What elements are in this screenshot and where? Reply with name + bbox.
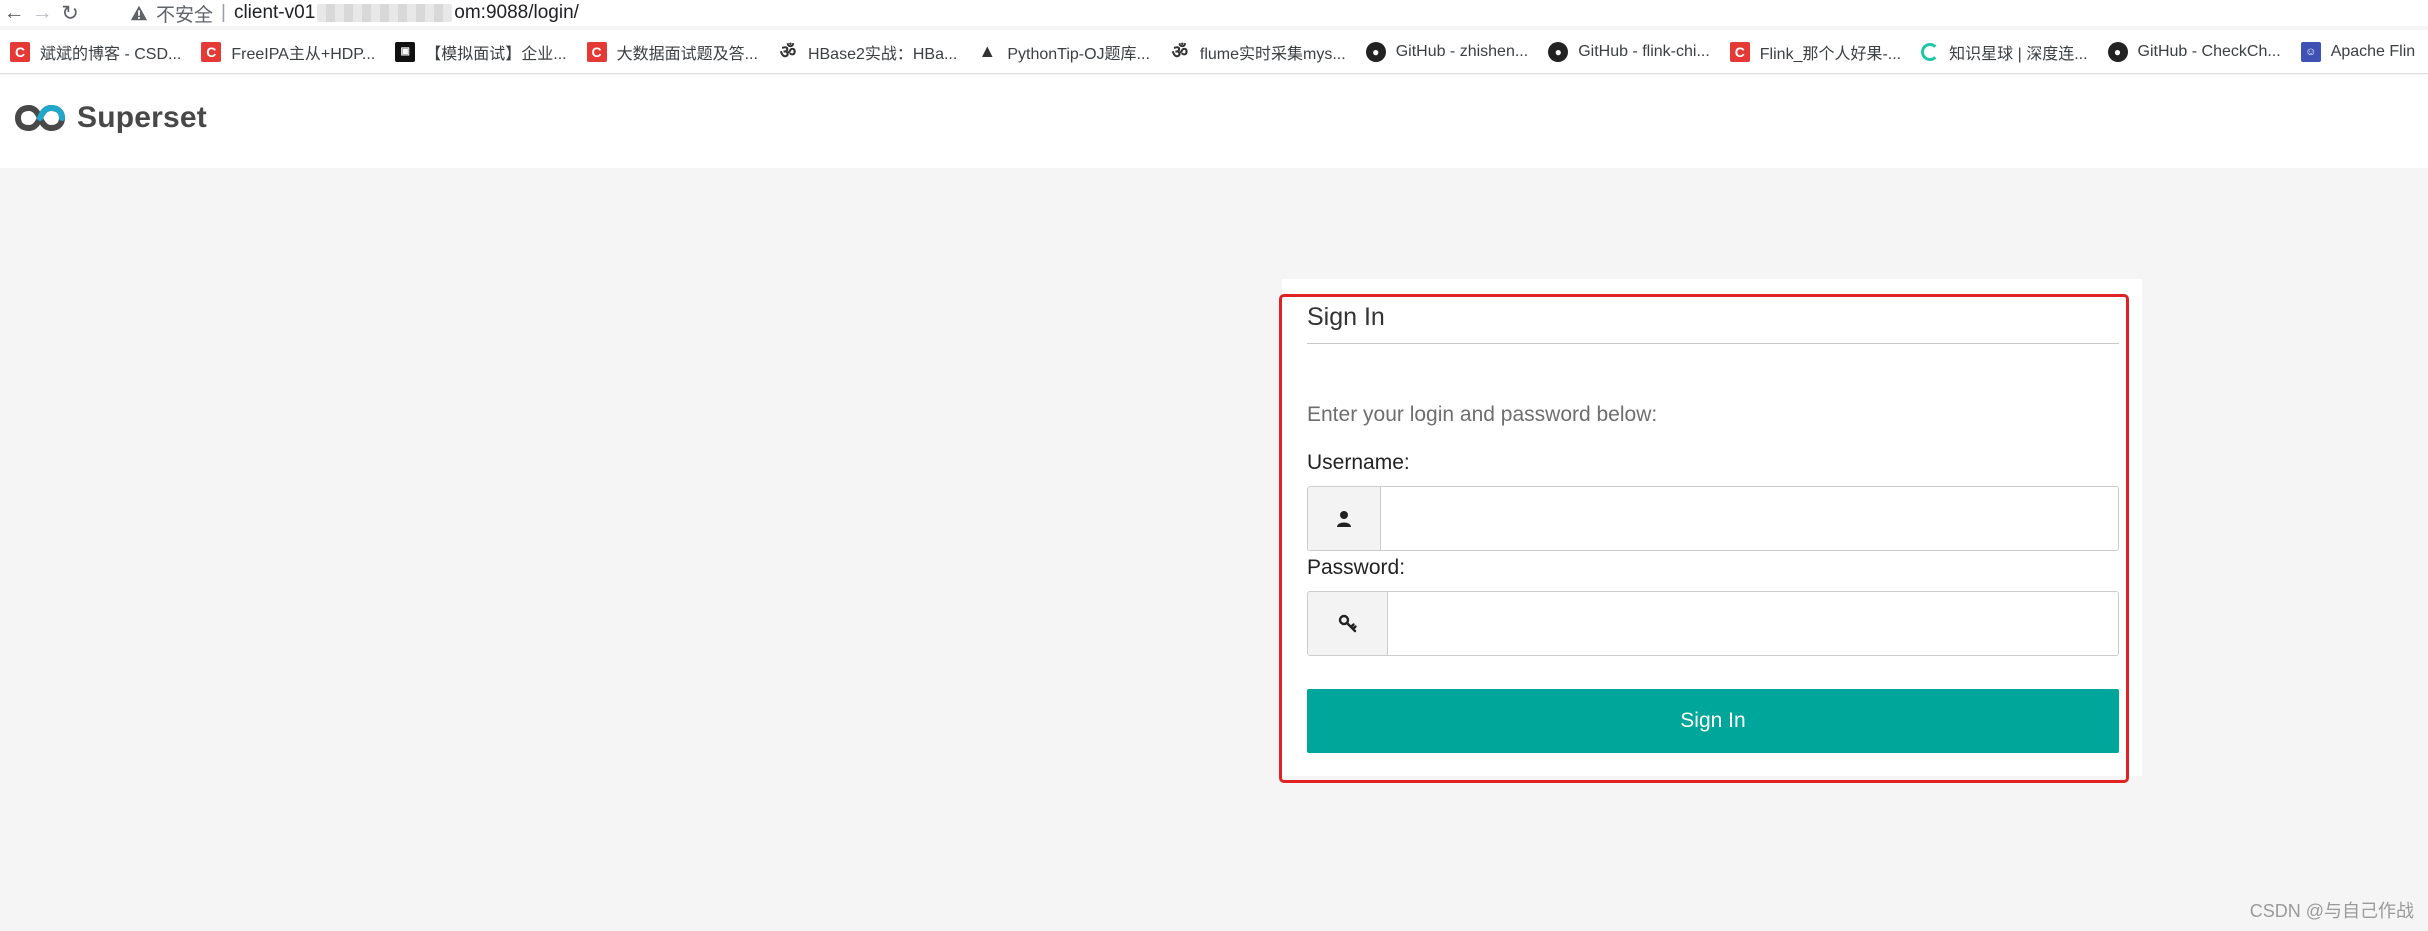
bookmark-item[interactable]: ▣ 【模拟面试】企业...: [385, 30, 576, 73]
bookmark-label: GitHub - CheckCh...: [2137, 42, 2281, 60]
bookmark-label: 大数据面试题及答...: [616, 45, 758, 63]
bookmark-item[interactable]: C 斌斌的博客 - CSD...: [0, 30, 191, 73]
bookmark-item[interactable]: 知识星球 | 深度连...: [1911, 30, 2097, 73]
browser-toolbar: ← → ↻ 不安全 | client-v01 om:9088/login/: [0, 0, 2428, 26]
csdn-icon: C: [586, 41, 607, 62]
username-input[interactable]: [1381, 487, 2118, 550]
github-icon: ●: [2107, 41, 2128, 62]
bookmark-item[interactable]: ● GitHub - zhishen...: [1356, 30, 1539, 73]
brand-link[interactable]: Superset: [15, 101, 207, 135]
bookmarks-bar: C 斌斌的博客 - CSD... C FreeIPA主从+HDP... ▣ 【模拟面试…: [0, 30, 2428, 74]
warning-icon[interactable]: [130, 4, 148, 22]
glyph-icon: ॐ: [1171, 41, 1189, 62]
bookmark-item[interactable]: ● GitHub - CheckCh...: [2098, 30, 2291, 73]
bookmark-label: 知识星球 | 深度连...: [1949, 45, 2088, 63]
bookmark-label: Flink_那个人好果-...: [1759, 45, 1902, 63]
bookmark-item[interactable]: ॐ flume实时采集mys...: [1160, 30, 1356, 73]
bookmark-label: 【模拟面试】企业...: [425, 45, 567, 63]
url-text[interactable]: client-v01 om:9088/login/: [234, 2, 579, 24]
watermark: CSDN @与自己作战: [2249, 901, 2414, 921]
avatar-icon: ☺: [2300, 41, 2321, 62]
url-suffix: om:9088/login/: [454, 2, 579, 23]
bookmark-label: PythonTip-OJ题库...: [1007, 45, 1150, 63]
glyph-icon: ॐ: [779, 41, 797, 62]
zsxq-icon: [1921, 42, 1940, 61]
url-redacted: [317, 4, 453, 22]
username-input-group: [1307, 486, 2119, 551]
bookmark-label: GitHub - flink-chi...: [1578, 42, 1710, 60]
key-icon: [1308, 592, 1388, 655]
title-divider: [1307, 343, 2119, 344]
sign-in-button[interactable]: Sign In: [1307, 689, 2119, 753]
bookmark-item[interactable]: C 大数据面试题及答...: [577, 30, 768, 73]
triangle-icon: ▲: [978, 41, 997, 61]
username-label: Username:: [1307, 451, 1410, 474]
site-icon: ▣: [395, 41, 416, 62]
bookmark-label: FreeIPA主从+HDP...: [231, 45, 376, 63]
csdn-icon: C: [1729, 41, 1750, 62]
github-icon: ●: [1365, 41, 1386, 62]
bookmark-item[interactable]: ☺ Apache Flin: [2291, 30, 2426, 73]
security-label: 不安全: [156, 4, 214, 26]
bookmark-label: 斌斌的博客 - CSD...: [40, 45, 182, 63]
csdn-icon: C: [10, 41, 30, 62]
brand-name: Superset: [77, 101, 207, 134]
superset-logo-icon: [15, 104, 65, 131]
csdn-icon: C: [201, 41, 222, 62]
bookmark-item[interactable]: C FreeIPA主从+HDP...: [191, 30, 385, 73]
password-input[interactable]: [1388, 592, 2118, 655]
back-arrow-icon[interactable]: ←: [0, 0, 28, 26]
url-separator: |: [221, 2, 226, 23]
login-prompt: Enter your login and password below:: [1307, 403, 1658, 426]
github-icon: ●: [1548, 41, 1569, 62]
forward-arrow-icon[interactable]: →: [28, 0, 56, 26]
url-prefix: client-v01: [233, 2, 316, 23]
bookmark-item[interactable]: ● GitHub - flink-chi...: [1538, 30, 1720, 73]
bookmark-label: HBase2实战：HBa...: [807, 45, 958, 63]
panel-title: Sign In: [1307, 303, 1385, 331]
bookmark-label: flume实时采集mys...: [1199, 45, 1346, 63]
user-icon: [1308, 487, 1381, 550]
password-input-group: [1307, 591, 2119, 656]
bookmark-item[interactable]: C Flink_那个人好果-...: [1720, 30, 1911, 73]
reload-icon[interactable]: ↻: [56, 0, 84, 26]
password-label: Password:: [1307, 556, 1406, 579]
bookmark-label: Apache Flin: [2330, 42, 2416, 60]
address-bar[interactable]: 不安全 | client-v01 om:9088/login/: [130, 0, 579, 26]
app-header: Superset: [0, 75, 2428, 168]
bookmark-item[interactable]: ▲ PythonTip-OJ题库...: [967, 30, 1160, 73]
login-panel: Sign In Enter your login and password be…: [1282, 279, 2142, 776]
bookmark-item[interactable]: ॐ HBase2实战：HBa...: [768, 30, 967, 73]
bookmark-label: GitHub - zhishen...: [1395, 42, 1529, 60]
